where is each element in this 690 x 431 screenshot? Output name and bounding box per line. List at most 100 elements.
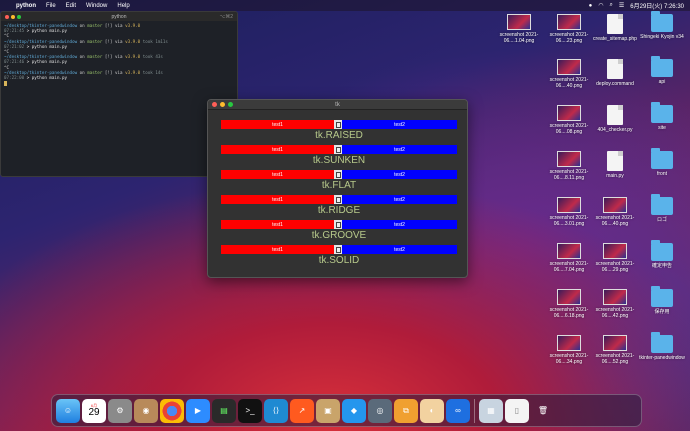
pane-left[interactable]: test1: [221, 245, 334, 254]
pane-sash[interactable]: [334, 145, 342, 154]
terminal-titlebar[interactable]: python ⌥⌘2: [1, 12, 237, 21]
sash-grip-icon[interactable]: [335, 146, 341, 153]
menu-app-name[interactable]: python: [16, 3, 36, 9]
contacts-icon[interactable]: ◉: [134, 398, 158, 423]
menu-file[interactable]: File: [46, 3, 56, 9]
terminal-output[interactable]: ~/desktop/tkinter-panedwindow on master …: [1, 21, 237, 88]
folder-icon: [651, 240, 673, 261]
folder-icon: [651, 286, 673, 307]
dock: ☺ 6月 29 ⚙ ◉ ▶ ▤ >_ ⟨⟩ ↗ ▣ ◆ ◎ ⧉ ◐ ∞ ▦ ▯ …: [51, 394, 642, 427]
desktop-icon[interactable]: screenshot 2021-06....8.11.png: [544, 151, 594, 181]
folder-icon: [651, 102, 673, 123]
terminal-window[interactable]: python ⌥⌘2 ~/desktop/tkinter-panedwindow…: [0, 11, 238, 177]
pane-left[interactable]: test1: [221, 120, 334, 129]
sash-grip-icon[interactable]: [335, 221, 341, 228]
terminal-branch: master: [87, 69, 103, 75]
relief-name: FLAT: [332, 180, 357, 191]
image-file-icon: [603, 197, 627, 213]
terminal-line: 07:22:00 > python main.py: [4, 75, 234, 80]
pane-left[interactable]: test1: [221, 220, 334, 229]
pane-right[interactable]: test2: [342, 120, 457, 129]
activity-monitor-icon[interactable]: ▤: [212, 398, 236, 423]
analytics-icon[interactable]: ↗: [290, 398, 314, 423]
dock-separator: [474, 398, 475, 423]
terminal-branch: master: [87, 38, 103, 44]
desktop-icon[interactable]: screenshot 2021-06....23.png: [544, 14, 594, 44]
pane-right[interactable]: test2: [342, 145, 457, 154]
pane-left[interactable]: test1: [221, 195, 334, 204]
desktop-icon[interactable]: screenshot 2021-06....40.png: [590, 197, 640, 227]
vscode-icon[interactable]: ⟨⟩: [264, 398, 288, 423]
menu-help[interactable]: Help: [117, 3, 129, 9]
desktop-icon[interactable]: api: [637, 56, 687, 85]
search-icon[interactable]: ⌕: [610, 2, 613, 9]
desktop-icon[interactable]: tkinter-panedwindow: [637, 332, 687, 361]
preview-icon[interactable]: ◐: [420, 398, 444, 423]
terminal-ver: v3.9.0: [125, 23, 141, 28]
sash-grip-icon[interactable]: [335, 171, 341, 178]
desktop-icon[interactable]: screenshot 2021-06....34.png: [544, 335, 594, 365]
pane-sash[interactable]: [334, 195, 342, 204]
relief-prefix: tk.: [321, 180, 333, 191]
control-center-icon[interactable]: ☰: [619, 2, 624, 9]
zoom-app-icon[interactable]: ▶: [186, 398, 210, 423]
desktop-icon[interactable]: Shingeki Kyojin v34: [637, 11, 687, 40]
menu-clock[interactable]: 6月29日(火) 7:26:30: [630, 1, 684, 10]
image-file-icon: [557, 289, 581, 305]
pane-left[interactable]: test1: [221, 145, 334, 154]
pane-sash[interactable]: [334, 120, 342, 129]
system-preferences-icon[interactable]: ⚙: [108, 398, 132, 423]
desktop-icon-label: screenshot 2021-06....34.png: [549, 353, 589, 365]
pane-right[interactable]: test2: [342, 170, 457, 179]
desktop-icon[interactable]: screenshot 2021-06....3.01.png: [544, 197, 594, 227]
pane-sash[interactable]: [334, 245, 342, 254]
sourcetree-icon[interactable]: ⧉: [394, 398, 418, 423]
desktop-icon-label: deploy.command: [596, 81, 634, 87]
desktop-icon[interactable]: front: [637, 148, 687, 177]
terminal-icon[interactable]: >_: [238, 398, 262, 423]
desktop-icon[interactable]: 404_checker.py: [590, 105, 640, 133]
proxyman-icon[interactable]: ◎: [368, 398, 392, 423]
desktop-icon-label: screenshot 2021-06....7.04.png: [549, 261, 589, 273]
chrome-icon[interactable]: [160, 398, 184, 423]
trash-icon[interactable]: 🗑: [531, 399, 555, 423]
desktop-icon-label: create_sitemap.php: [593, 36, 637, 42]
desktop-icon[interactable]: screenshot 2021-06....08.png: [544, 105, 594, 135]
desktop-icon[interactable]: screenshot 2021-06....42.png: [590, 289, 640, 319]
docker-icon[interactable]: ◆: [342, 398, 366, 423]
pane-sash[interactable]: [334, 170, 342, 179]
sash-grip-icon[interactable]: [335, 246, 341, 253]
desktop-icon[interactable]: site: [637, 102, 687, 131]
sash-grip-icon[interactable]: [335, 121, 341, 128]
pane-sash[interactable]: [334, 220, 342, 229]
desktop-icon[interactable]: screenshot 2021-06....40.png: [544, 59, 594, 89]
screenshot-folder-icon[interactable]: ▦: [479, 398, 503, 423]
desktop-icon[interactable]: screenshot 2021-06....29.png: [590, 243, 640, 273]
desktop-icon[interactable]: 保存用: [637, 286, 687, 315]
desktop-icon[interactable]: 確定申告: [637, 240, 687, 269]
wifi-icon[interactable]: ◠: [598, 2, 603, 9]
status-icon[interactable]: ●: [589, 3, 593, 9]
pane-left[interactable]: test1: [221, 170, 334, 179]
desktop-icon[interactable]: ロゴ: [637, 194, 687, 223]
desktop-icon[interactable]: screenshot 2021-06....52.png: [590, 335, 640, 365]
pane-right[interactable]: test2: [342, 245, 457, 254]
tk-titlebar[interactable]: tk: [208, 100, 467, 110]
desktop-icon[interactable]: deploy.command: [590, 59, 640, 87]
desktop-icon[interactable]: create_sitemap.php: [590, 14, 640, 42]
pane-right[interactable]: test2: [342, 220, 457, 229]
archive-icon[interactable]: ▣: [316, 398, 340, 423]
menu-edit[interactable]: Edit: [66, 3, 76, 9]
finder-icon[interactable]: ☺: [56, 398, 80, 423]
tk-window[interactable]: tk test1 test2 tk.RAISED test1 test2 tk.SUNKE…: [207, 99, 468, 278]
infinity-icon[interactable]: ∞: [446, 398, 470, 423]
calendar-icon[interactable]: 6月 29: [82, 398, 106, 423]
desktop-icon[interactable]: screenshot 2021-06....1.04.png: [494, 14, 544, 44]
sash-grip-icon[interactable]: [335, 196, 341, 203]
desktop-icon[interactable]: main.py: [590, 151, 640, 179]
document-icon[interactable]: ▯: [505, 398, 529, 423]
desktop-icon[interactable]: screenshot 2021-06....7.04.png: [544, 243, 594, 273]
pane-right[interactable]: test2: [342, 195, 457, 204]
menu-window[interactable]: Window: [86, 3, 107, 9]
desktop-icon[interactable]: screenshot 2021-06....6.18.png: [544, 289, 594, 319]
